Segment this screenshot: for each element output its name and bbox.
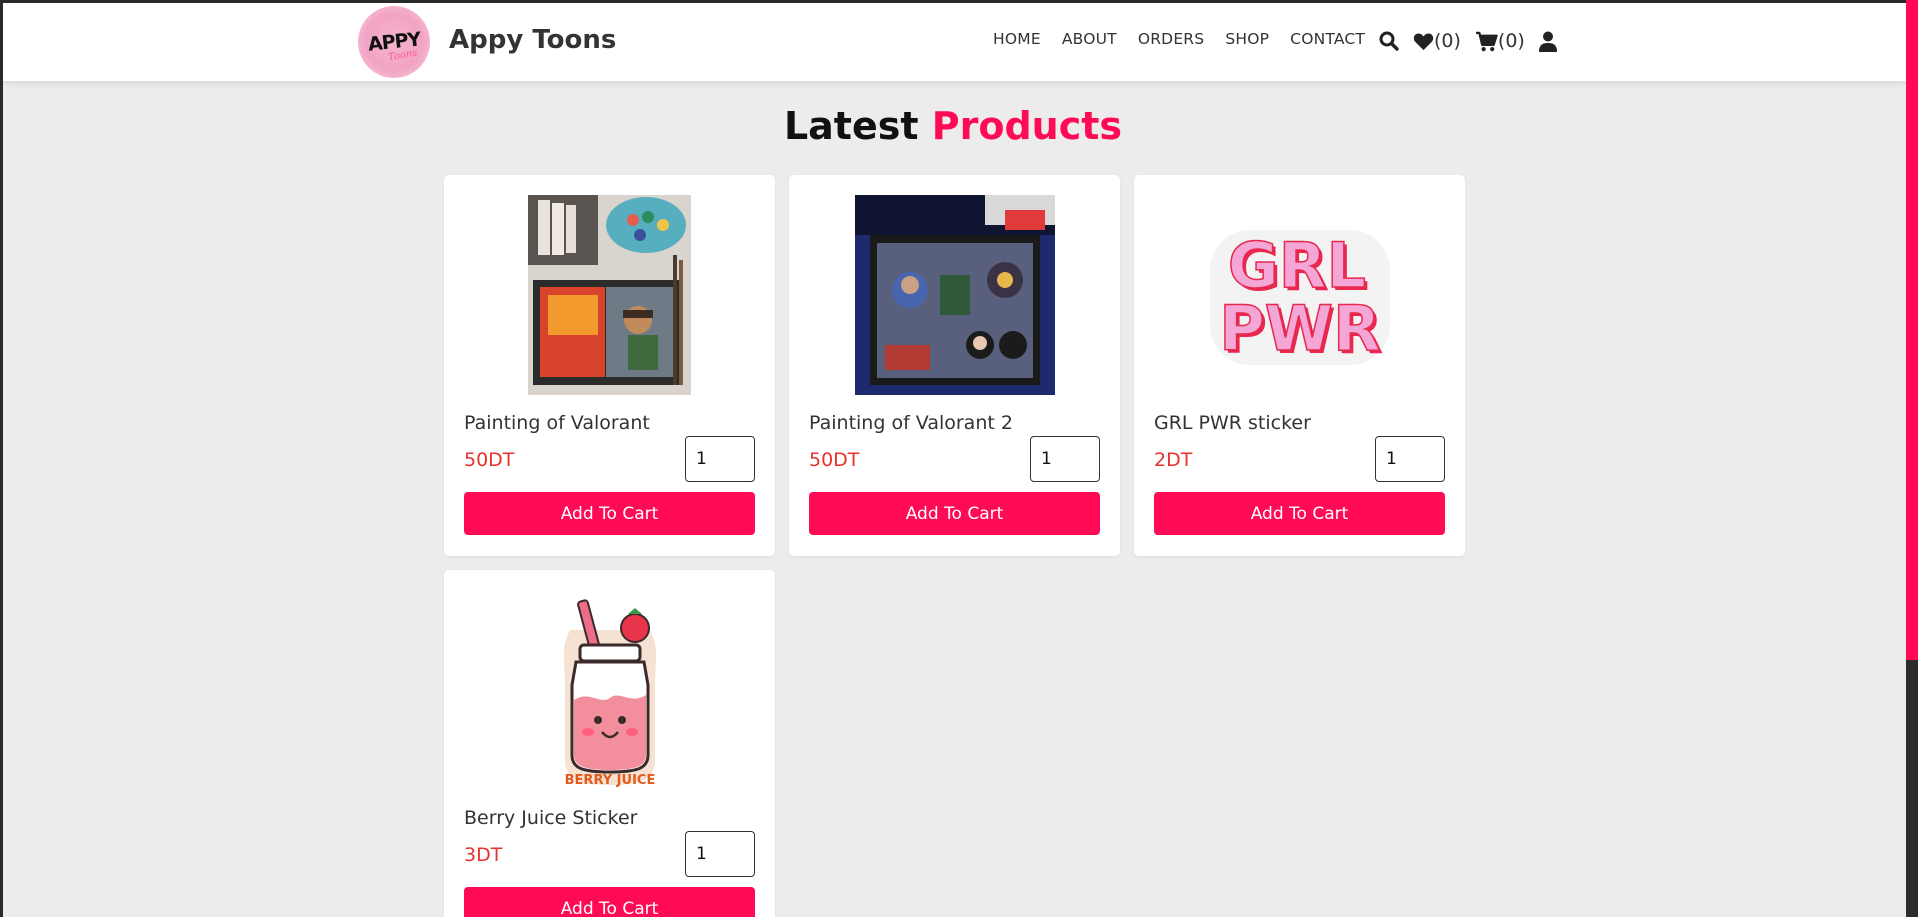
wishlist-button[interactable]: (0) bbox=[1413, 30, 1461, 52]
section-title-part1: Latest bbox=[783, 104, 919, 148]
product-card: GRL GRL PWR PWR GRL PWR sticker 2DT Add … bbox=[1134, 175, 1465, 556]
main-nav: HOME ABOUT ORDERS SHOP CONTACT bbox=[993, 30, 1386, 48]
grl-pwr-sticker-image: GRL GRL PWR PWR bbox=[1209, 228, 1390, 368]
valorant-painting-2-image bbox=[854, 195, 1055, 395]
product-card: Painting of Valorant 50DT Add To Cart bbox=[444, 175, 775, 556]
product-price: 2DT bbox=[1154, 449, 1193, 471]
search-button[interactable] bbox=[1379, 31, 1399, 51]
quantity-input[interactable] bbox=[685, 436, 755, 482]
nav-orders[interactable]: ORDERS bbox=[1138, 30, 1205, 48]
add-to-cart-button[interactable]: Add To Cart bbox=[464, 887, 755, 917]
section-title-part2: Products bbox=[931, 104, 1123, 148]
header-icons: (0) (0) bbox=[1379, 30, 1571, 52]
quantity-input[interactable] bbox=[1375, 436, 1445, 482]
berry-juice-sticker-image: BERRY JUICE bbox=[563, 599, 656, 788]
product-name[interactable]: GRL PWR sticker bbox=[1154, 412, 1311, 434]
quantity-input[interactable] bbox=[685, 831, 755, 877]
nav-contact[interactable]: CONTACT bbox=[1290, 30, 1365, 48]
nav-about[interactable]: ABOUT bbox=[1062, 30, 1117, 48]
page-scrollbar-thumb[interactable] bbox=[1906, 0, 1918, 660]
product-image[interactable]: BERRY JUICE bbox=[510, 590, 710, 790]
nav-shop[interactable]: SHOP bbox=[1225, 30, 1269, 48]
product-card: Painting of Valorant 2 50DT Add To Cart bbox=[789, 175, 1120, 556]
account-button[interactable] bbox=[1538, 31, 1557, 52]
brand-logo[interactable]: APPY Toons bbox=[358, 6, 430, 78]
product-price: 50DT bbox=[464, 449, 515, 471]
search-icon bbox=[1379, 31, 1399, 51]
add-to-cart-button[interactable]: Add To Cart bbox=[1154, 492, 1445, 535]
add-to-cart-button[interactable]: Add To Cart bbox=[464, 492, 755, 535]
section-title: Latest Products bbox=[0, 104, 1906, 148]
add-to-cart-button[interactable]: Add To Cart bbox=[809, 492, 1100, 535]
brand-name[interactable]: Appy Toons bbox=[449, 25, 616, 55]
product-name[interactable]: Berry Juice Sticker bbox=[464, 807, 637, 829]
cart-button[interactable]: (0) bbox=[1475, 30, 1525, 52]
product-name[interactable]: Painting of Valorant 2 bbox=[809, 412, 1013, 434]
sticker-text-pwr-top: PWR bbox=[1219, 292, 1381, 365]
product-name[interactable]: Painting of Valorant bbox=[464, 412, 650, 434]
product-price: 3DT bbox=[464, 844, 503, 866]
product-price: 50DT bbox=[809, 449, 860, 471]
product-image[interactable]: GRL GRL PWR PWR bbox=[1200, 195, 1400, 395]
product-card: BERRY JUICE Berry Juice Sticker 3DT Add … bbox=[444, 570, 775, 917]
wishlist-count: (0) bbox=[1434, 30, 1461, 52]
user-icon bbox=[1538, 31, 1557, 52]
valorant-painting-image bbox=[528, 195, 691, 395]
product-image[interactable] bbox=[510, 195, 710, 395]
sticker-text-berry-juice: BERRY JUICE bbox=[564, 773, 655, 788]
cart-icon bbox=[1475, 31, 1498, 51]
nav-home[interactable]: HOME bbox=[993, 30, 1041, 48]
heart-icon bbox=[1413, 33, 1434, 50]
product-image[interactable] bbox=[854, 195, 1055, 395]
cart-count: (0) bbox=[1497, 30, 1525, 52]
site-header: APPY Toons Appy Toons HOME ABOUT ORDERS … bbox=[3, 3, 1906, 81]
quantity-input[interactable] bbox=[1030, 436, 1100, 482]
